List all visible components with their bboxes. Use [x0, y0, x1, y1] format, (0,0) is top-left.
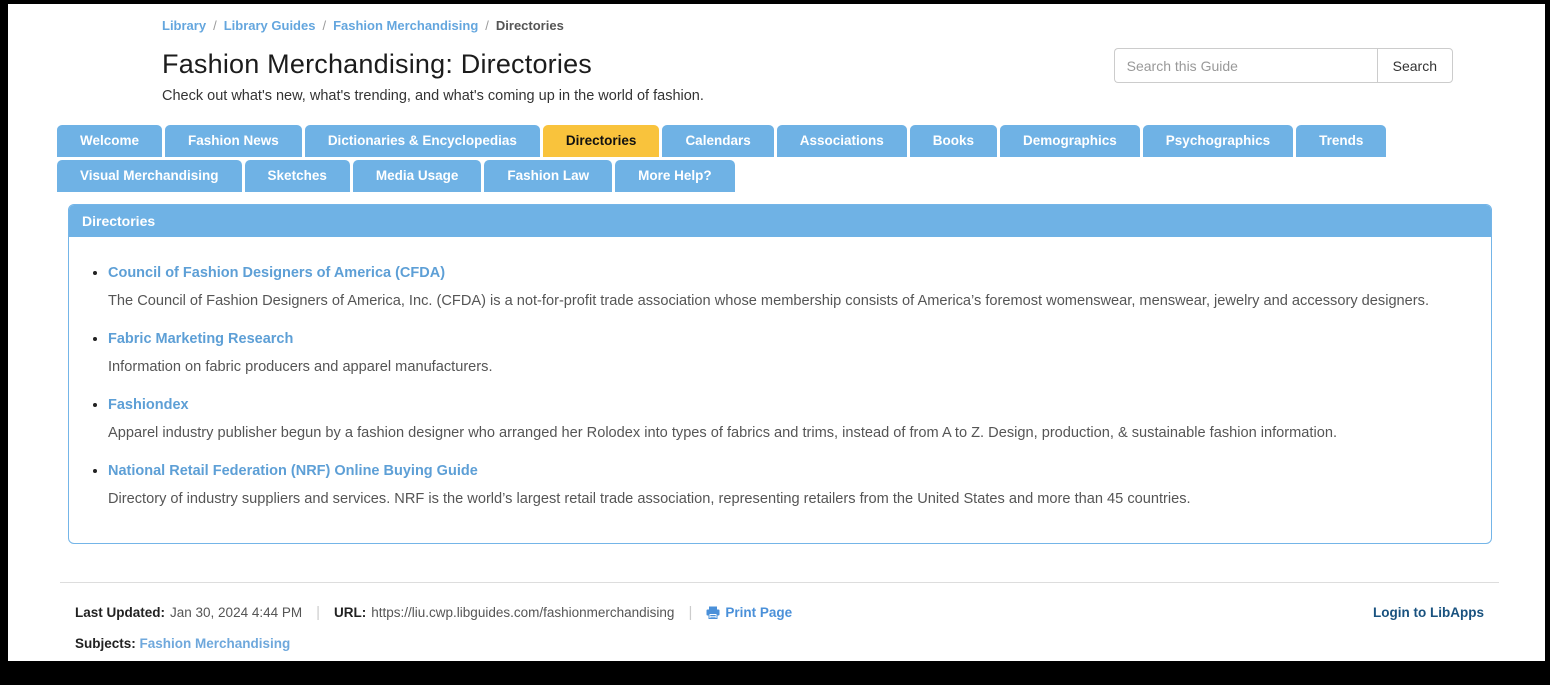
tab-trends[interactable]: Trends	[1296, 125, 1386, 157]
tab-psychographics[interactable]: Psychographics	[1143, 125, 1293, 157]
page: Library / Library Guides / Fashion Merchandi…	[8, 4, 1545, 661]
last-updated-value: Jan 30, 2024 4:44 PM	[170, 605, 302, 620]
subject-link-fashion-merchandising[interactable]: Fashion Merchandising	[140, 636, 291, 651]
tab-row-1: Welcome Fashion News Dictionaries & Ency…	[57, 125, 1505, 157]
breadcrumb-link-library[interactable]: Library	[162, 18, 206, 33]
search-button[interactable]: Search	[1377, 48, 1453, 83]
tab-fashion-law[interactable]: Fashion Law	[484, 160, 612, 192]
print-page-label: Print Page	[725, 605, 792, 620]
last-updated-label: Last Updated:	[75, 605, 165, 620]
header-left: Library / Library Guides / Fashion Merchandi…	[162, 18, 704, 104]
tab-visual-merchandising[interactable]: Visual Merchandising	[57, 160, 242, 192]
directory-list: Council of Fashion Designers of America …	[91, 264, 1461, 511]
breadcrumb: Library / Library Guides / Fashion Merchandi…	[162, 18, 704, 33]
link-nrf-buying-guide[interactable]: National Retail Federation (NRF) Online …	[108, 463, 478, 479]
print-page-link[interactable]: Print Page	[706, 605, 792, 620]
link-description: The Council of Fashion Designers of Amer…	[108, 291, 1461, 312]
search-input[interactable]	[1114, 48, 1377, 83]
breadcrumb-link-fashion-merchandising[interactable]: Fashion Merchandising	[333, 18, 478, 33]
footer-separator: |	[688, 604, 692, 621]
page-subtitle: Check out what's new, what's trending, a…	[162, 88, 704, 104]
tab-books[interactable]: Books	[910, 125, 997, 157]
directories-panel: Directories Council of Fashion Designers…	[68, 204, 1492, 544]
list-item: Fabric Marketing Research Information on…	[108, 330, 1461, 378]
tab-calendars[interactable]: Calendars	[662, 125, 773, 157]
tab-media-usage[interactable]: Media Usage	[353, 160, 482, 192]
breadcrumb-separator: /	[213, 18, 217, 33]
link-cfda[interactable]: Council of Fashion Designers of America …	[108, 265, 445, 281]
tab-demographics[interactable]: Demographics	[1000, 125, 1140, 157]
tab-more-help[interactable]: More Help?	[615, 160, 735, 192]
guide-search: Search	[1114, 48, 1453, 83]
breadcrumb-link-library-guides[interactable]: Library Guides	[224, 18, 316, 33]
link-description: Information on fabric producers and appa…	[108, 357, 1461, 378]
footer-separator: |	[316, 604, 320, 621]
url-value: https://liu.cwp.libguides.com/fashionmer…	[371, 605, 674, 620]
url-label: URL:	[334, 605, 366, 620]
tab-directories[interactable]: Directories	[543, 125, 660, 157]
tab-sketches[interactable]: Sketches	[245, 160, 350, 192]
breadcrumb-separator: /	[322, 18, 326, 33]
list-item: Council of Fashion Designers of America …	[108, 264, 1461, 312]
breadcrumb-separator: /	[485, 18, 489, 33]
tab-dictionaries-encyclopedias[interactable]: Dictionaries & Encyclopedias	[305, 125, 540, 157]
tab-welcome[interactable]: Welcome	[57, 125, 162, 157]
footer: Last Updated: Jan 30, 2024 4:44 PM | URL…	[75, 604, 1484, 621]
subjects-row: Subjects: Fashion Merchandising	[75, 636, 1484, 651]
subjects-label: Subjects:	[75, 636, 136, 651]
link-fashiondex[interactable]: Fashiondex	[108, 397, 189, 413]
link-description: Apparel industry publisher begun by a fa…	[108, 423, 1461, 444]
tab-fashion-news[interactable]: Fashion News	[165, 125, 302, 157]
list-item: Fashiondex Apparel industry publisher be…	[108, 396, 1461, 444]
link-fabric-marketing-research[interactable]: Fabric Marketing Research	[108, 331, 293, 347]
login-to-libapps-link[interactable]: Login to LibApps	[1373, 605, 1484, 620]
guide-tabs: Welcome Fashion News Dictionaries & Ency…	[57, 125, 1505, 192]
printer-icon	[706, 606, 720, 619]
tab-associations[interactable]: Associations	[777, 125, 907, 157]
panel-body: Council of Fashion Designers of America …	[69, 237, 1491, 543]
page-title: Fashion Merchandising: Directories	[162, 49, 704, 80]
list-item: National Retail Federation (NRF) Online …	[108, 462, 1461, 510]
header: Library / Library Guides / Fashion Merchandi…	[8, 4, 1545, 104]
breadcrumb-current: Directories	[496, 18, 564, 33]
link-description: Directory of industry suppliers and serv…	[108, 489, 1461, 510]
tab-row-2: Visual Merchandising Sketches Media Usag…	[57, 160, 1505, 192]
footer-divider	[60, 582, 1499, 583]
panel-header: Directories	[69, 205, 1491, 237]
